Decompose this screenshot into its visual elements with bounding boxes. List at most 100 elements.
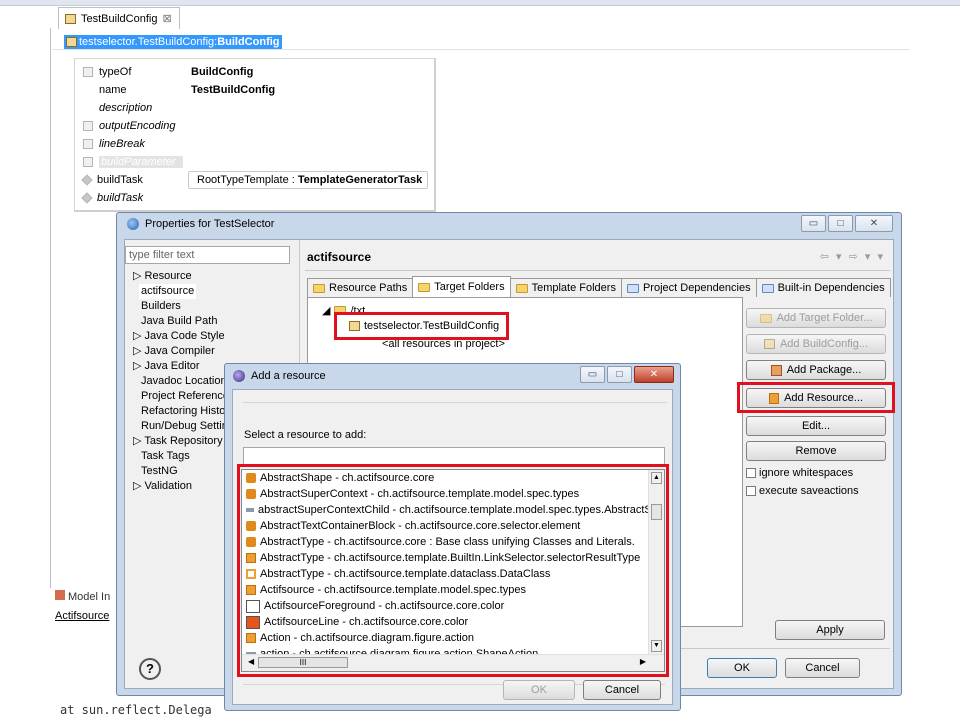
collapse-icon[interactable]: ◢: [322, 304, 330, 317]
add-build-config-button[interactable]: Add BuildConfig...: [746, 334, 886, 354]
tab-label: Project Dependencies: [642, 282, 751, 294]
checkbox-icon[interactable]: [83, 139, 93, 149]
history-arrows[interactable]: ⇦ ▾ ⇨ ▾ ▾: [820, 250, 885, 263]
minimize-button[interactable]: ▭: [580, 366, 605, 383]
button-label: Add Package...: [786, 364, 862, 376]
build-task-prefix: RootTypeTemplate :: [197, 174, 298, 186]
cancel-button[interactable]: Cancel: [785, 658, 860, 678]
tree-row[interactable]: lineBreak: [75, 135, 435, 153]
checkbox-label: execute saveactions: [759, 485, 859, 497]
package-icon: [770, 364, 782, 376]
checkbox-label: ignore whitespaces: [759, 467, 854, 479]
nav-item[interactable]: ▷ Resource: [133, 269, 298, 284]
maximize-button[interactable]: □: [607, 366, 632, 383]
tab-builtin-dependencies[interactable]: Built-in Dependencies: [755, 278, 891, 297]
execute-saveactions-checkbox[interactable]: execute saveactions: [746, 485, 859, 497]
nav-item[interactable]: actifsource: [133, 284, 298, 299]
button-label: Add BuildConfig...: [779, 338, 869, 350]
highlight-add-resource: [737, 382, 895, 413]
build-task-type: TemplateGeneratorTask: [297, 174, 423, 186]
tree-row[interactable]: typeOf BuildConfig: [75, 63, 435, 81]
maximize-button[interactable]: □: [828, 215, 853, 232]
divider: [243, 402, 667, 403]
add-resource-title: Add a resource: [251, 370, 326, 382]
tree-key: buildTask: [97, 192, 144, 204]
highlight-config-node: [334, 312, 509, 340]
ok-button[interactable]: OK: [707, 658, 777, 678]
checkbox-icon[interactable]: [83, 157, 93, 167]
breadcrumb-prefix: testselector.TestBuildConfig:: [79, 36, 218, 48]
tab-label: Template Folders: [531, 282, 616, 294]
tree-row[interactable]: outputEncoding: [75, 117, 435, 135]
build-config-icon: [65, 13, 76, 24]
breadcrumb-type: BuildConfig: [217, 36, 280, 48]
tab-label: Target Folders: [434, 281, 505, 293]
page-title: actifsource: [307, 250, 372, 264]
checkbox-box[interactable]: [746, 468, 756, 478]
editor-tab[interactable]: TestBuildConfig ⊠: [58, 7, 180, 29]
tree-value: TestBuildConfig: [191, 84, 276, 96]
ok-button[interactable]: OK: [503, 680, 575, 700]
filter-input[interactable]: type filter text: [125, 246, 290, 264]
diamond-icon: [81, 192, 93, 204]
nav-item[interactable]: Builders: [133, 299, 298, 314]
close-icon[interactable]: ⊠: [162, 12, 171, 25]
build-config-icon: [763, 339, 775, 349]
checkbox-box[interactable]: [746, 486, 756, 496]
eclipse-icon: [127, 218, 139, 230]
checkbox-icon[interactable]: [83, 121, 93, 131]
folder-icon: [515, 283, 528, 293]
folder-icon: [313, 283, 325, 293]
tree-key: outputEncoding: [99, 120, 176, 132]
tab-template-folders[interactable]: Template Folders: [509, 278, 622, 297]
remove-button[interactable]: Remove: [746, 441, 886, 461]
breadcrumb-selected[interactable]: testselector.TestBuildConfig:BuildConfig: [64, 35, 282, 49]
editor-tab-label: TestBuildConfig: [81, 12, 158, 25]
tab-target-folders[interactable]: Target Folders: [412, 276, 511, 297]
folder-icon: [761, 283, 774, 293]
expand-icon[interactable]: [83, 67, 93, 77]
resource-search-input[interactable]: [243, 447, 665, 465]
folder-icon: [418, 282, 431, 292]
tree-row[interactable]: buildParameter: [75, 153, 435, 171]
ignore-whitespaces-checkbox[interactable]: ignore whitespaces: [746, 467, 853, 479]
build-task-value[interactable]: RootTypeTemplate : TemplateGeneratorTask: [188, 171, 428, 189]
model-inspector-tab[interactable]: Model In: [55, 590, 110, 603]
folder-icon: [626, 283, 639, 293]
tab-resource-paths[interactable]: Resource Paths: [307, 278, 414, 297]
nav-item[interactable]: ▷ Java Code Style: [133, 329, 298, 344]
tree-key: buildTask: [97, 174, 143, 186]
eclipse-icon: [233, 370, 245, 382]
tree-key: lineBreak: [99, 138, 145, 150]
highlight-resource-list: [237, 464, 669, 677]
add-resource-client: Select a resource to add: AbstractShape …: [232, 389, 673, 705]
tree-row[interactable]: buildTask: [75, 189, 435, 207]
edit-button[interactable]: Edit...: [746, 416, 886, 436]
properties-title: Properties for TestSelector: [145, 218, 275, 230]
model-inspector-label: Model In: [68, 591, 111, 603]
tree-key: name: [99, 84, 127, 96]
nav-item[interactable]: ▷ Java Compiler: [133, 344, 298, 359]
divider: [305, 270, 890, 271]
close-button[interactable]: ✕: [634, 366, 674, 383]
tree-value: BuildConfig: [191, 66, 254, 78]
tab-label: Built-in Dependencies: [777, 282, 885, 294]
add-package-button[interactable]: Add Package...: [746, 360, 886, 380]
minimize-button[interactable]: ▭: [801, 215, 826, 232]
model-inspector-icon: [55, 590, 65, 600]
diamond-icon: [81, 174, 93, 186]
properties-title-bar: Properties for TestSelector: [127, 218, 274, 230]
actifsource-link[interactable]: Actifsource: [55, 610, 109, 622]
add-resource-dialog: Add a resource ▭ □ ✕ Select a resource t…: [224, 363, 681, 711]
apply-button[interactable]: Apply: [775, 620, 885, 640]
tree-row[interactable]: name TestBuildConfig: [75, 81, 435, 99]
tree-row[interactable]: description: [75, 99, 435, 117]
help-button[interactable]: ?: [139, 658, 161, 680]
close-button[interactable]: ✕: [855, 215, 893, 232]
add-resource-title-bar: Add a resource: [233, 370, 326, 382]
nav-item[interactable]: Java Build Path: [133, 314, 298, 329]
tree-key: typeOf: [99, 66, 132, 78]
tab-project-dependencies[interactable]: Project Dependencies: [620, 278, 757, 297]
add-target-folder-button[interactable]: Add Target Folder...: [746, 308, 886, 328]
cancel-button[interactable]: Cancel: [583, 680, 661, 700]
